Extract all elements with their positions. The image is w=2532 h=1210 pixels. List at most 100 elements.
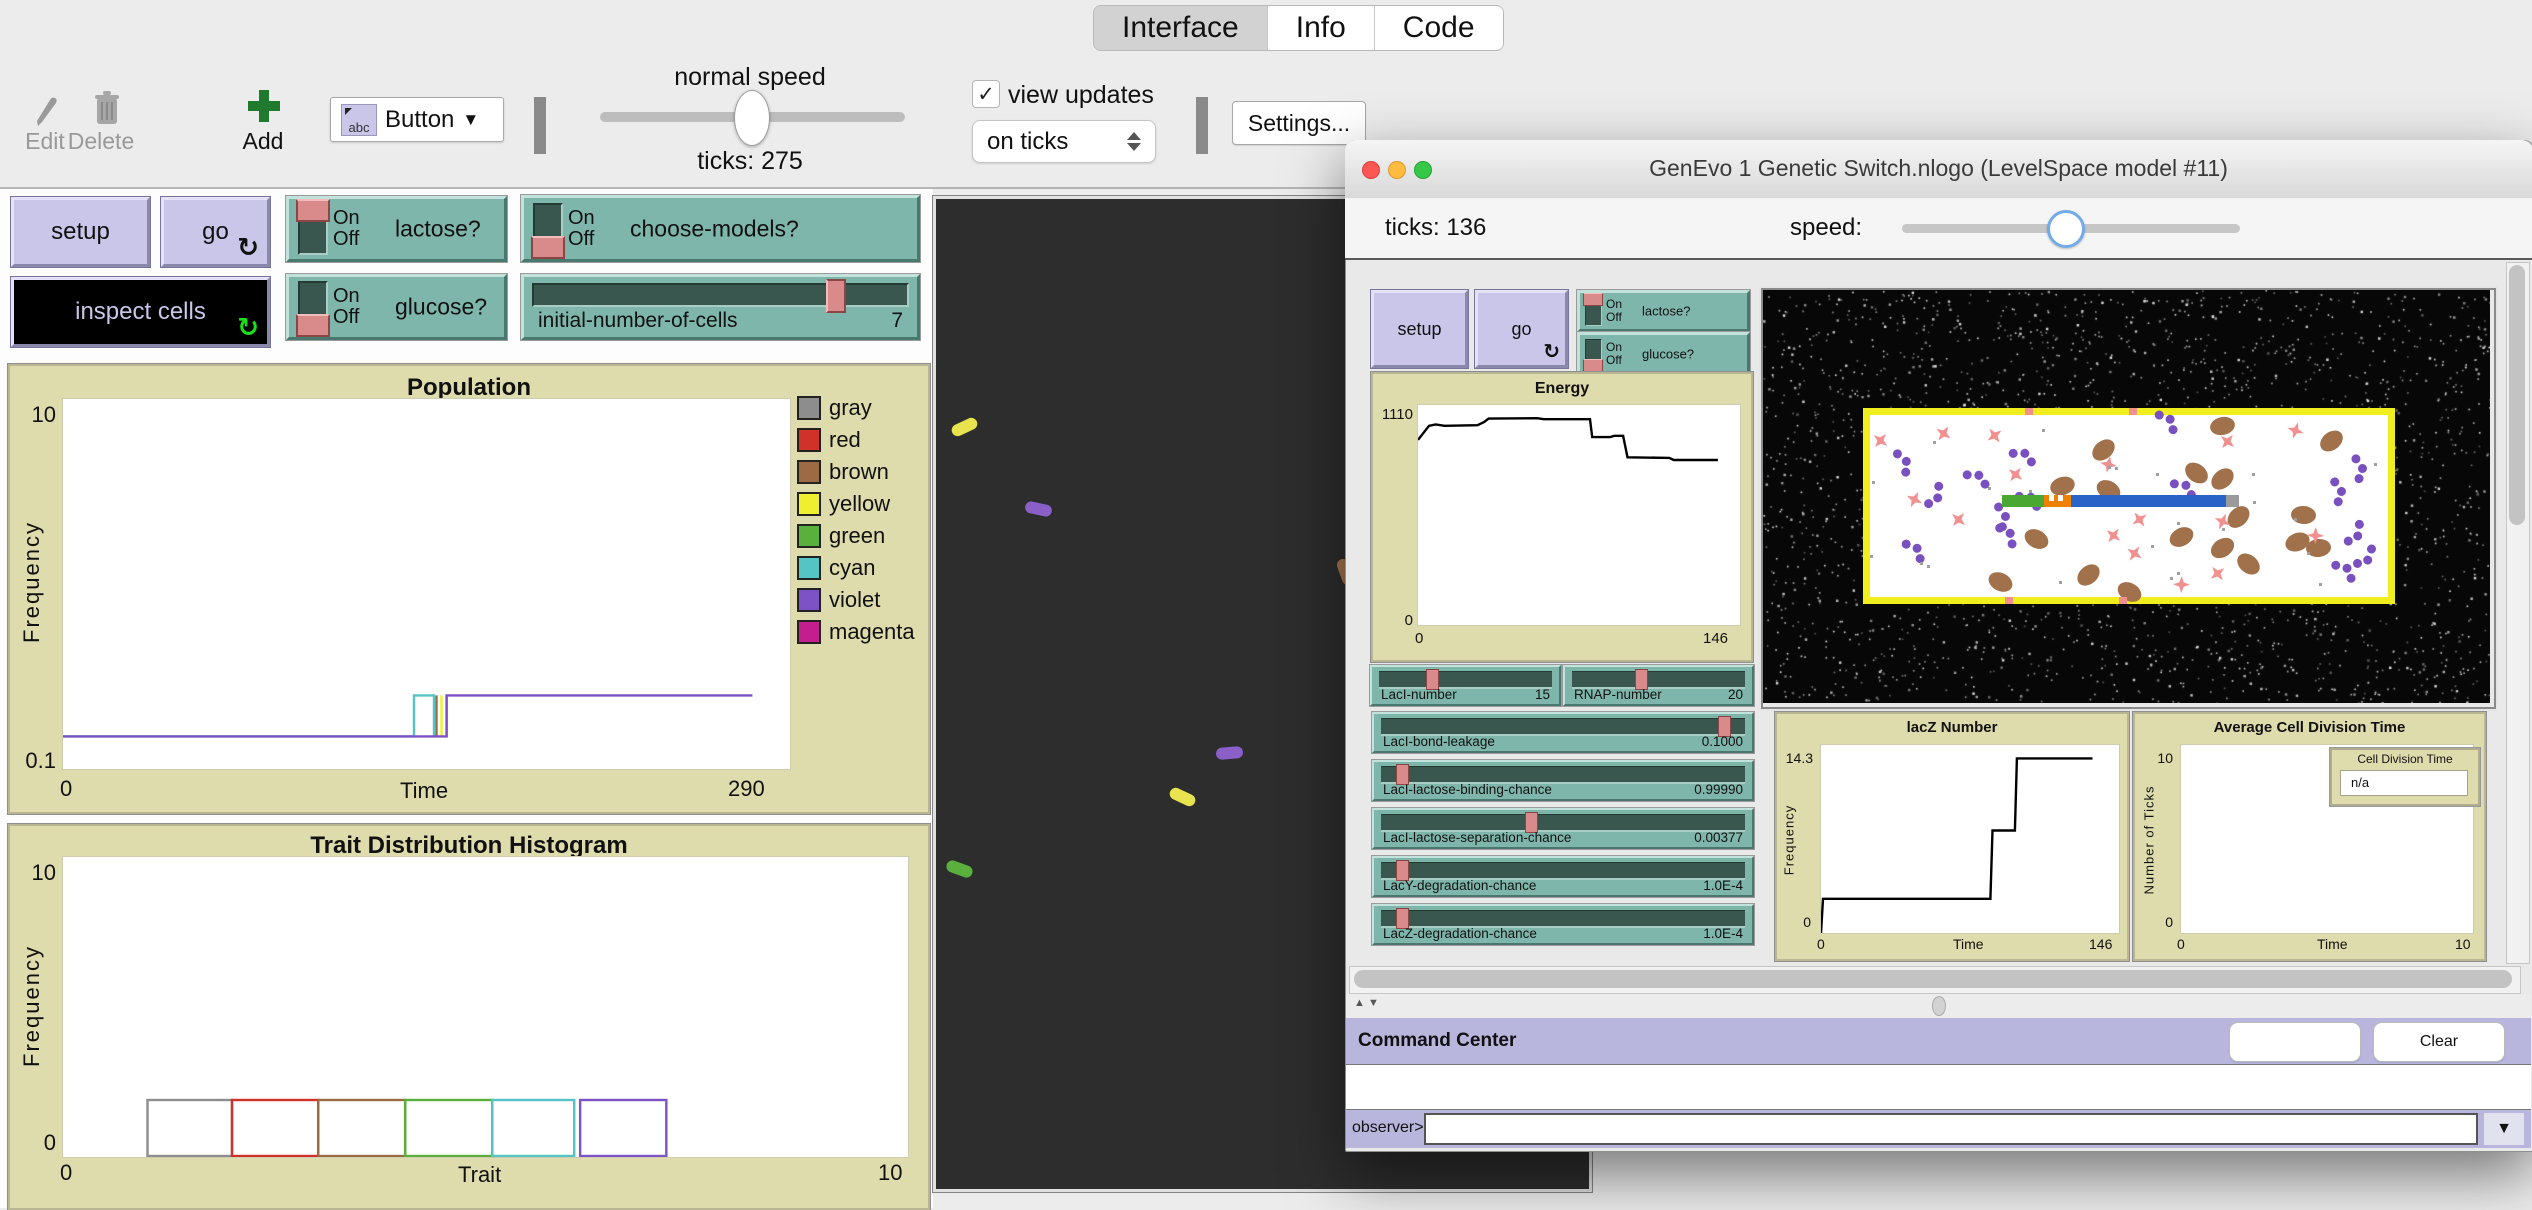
command-splitter[interactable]: ▲ ▼ (1346, 994, 2531, 1018)
view-updates-checkbox[interactable]: ✓ (972, 80, 1000, 108)
gray-particle (1872, 480, 1876, 484)
laci-molecule (2007, 438, 2043, 471)
slider-initial-number-of-cells[interactable]: initial-number-of-cells 7 (520, 273, 921, 341)
command-center-title: Command Center (1358, 1030, 1517, 1051)
command-input[interactable] (1424, 1113, 2478, 1145)
splitter-handle-icon[interactable] (1932, 996, 1946, 1016)
laci-molecule (1960, 459, 1997, 492)
gray-particle (2151, 544, 2155, 548)
child-horizontal-scrollbar[interactable] (1349, 966, 2521, 994)
child-slider-LacI-number[interactable]: LacI-number 15 (1369, 664, 1562, 707)
legend-swatch (797, 556, 821, 580)
lactose-on-membrane (2025, 408, 2034, 415)
avg-ytick-min: 0 (2165, 914, 2173, 930)
tab-code[interactable]: Code (1374, 6, 1503, 50)
lactose-molecule (2102, 524, 2126, 548)
delete-button[interactable]: Delete (66, 128, 136, 155)
delete-icon[interactable] (84, 88, 130, 128)
lacz-plot-title: lacZ Number (1906, 719, 1998, 736)
child-go-label: go (1511, 318, 1532, 339)
child-world-view[interactable] (1759, 286, 2498, 711)
settings-button[interactable]: Settings... (1232, 101, 1366, 145)
gray-particle (1919, 561, 1923, 565)
switch-choose-models[interactable]: On Off choose-models? (520, 194, 921, 263)
widget-type-dropdown[interactable]: abc Button ▼ (330, 97, 504, 142)
rnap-molecule (2305, 537, 2332, 559)
legend-label: magenta (829, 619, 915, 644)
command-input-row: observer> ▼ (1346, 1110, 2531, 1148)
command-output[interactable] (1346, 1064, 2531, 1110)
clear-button[interactable]: Clear (2373, 1022, 2505, 1062)
child-go-button[interactable]: go ↻ (1474, 289, 1569, 369)
rnap-molecule (2088, 434, 2119, 465)
trait-xlabel: Trait (458, 1162, 502, 1187)
slider-value: 20 (1727, 687, 1743, 702)
switch-knob[interactable] (531, 235, 565, 259)
gray-particle (2319, 583, 2323, 587)
gray-particle (2115, 466, 2119, 470)
gray-particle (2041, 428, 2045, 432)
child-slider-LacI-lactose-binding-chance[interactable]: LacI-lactose-binding-chance 0.99990 (1371, 759, 1755, 802)
child-slider-LacZ-degradation-chance[interactable]: LacZ-degradation-chance 1.0E-4 (1371, 903, 1755, 946)
switch-slot (1583, 339, 1603, 372)
cell (944, 858, 975, 880)
splitter-arrows-icon[interactable]: ▲ ▼ (1354, 997, 1379, 1009)
legend-label: brown (829, 459, 889, 484)
child-speed-thumb[interactable] (2047, 210, 2085, 248)
switch-knob[interactable] (1583, 293, 1603, 306)
gray-particle (1932, 440, 1936, 444)
switch-knob[interactable] (296, 199, 330, 222)
add-button[interactable]: Add (228, 128, 298, 155)
switch-slot (296, 199, 330, 255)
update-mode-dropdown[interactable]: on ticks (972, 120, 1156, 163)
slider-track[interactable] (532, 283, 909, 307)
switch-glucose[interactable]: On Off glucose? (285, 273, 508, 341)
setup-button[interactable]: setup (10, 196, 151, 268)
blank-button[interactable] (2229, 1022, 2361, 1062)
tab-info[interactable]: Info (1267, 6, 1375, 50)
child-toolbar: ticks: 136 speed: (1345, 198, 2532, 260)
avg-xtick-max: 10 (2455, 936, 2471, 952)
population-legend: gray red brown yellow green cyan violet magenta (797, 392, 915, 648)
speed-slider-thumb[interactable] (734, 90, 770, 146)
h-scroll-thumb[interactable] (1354, 970, 2512, 988)
child-slider-LacY-degradation-chance[interactable]: LacY-degradation-chance 1.0E-4 (1371, 855, 1755, 898)
toolbar-separator (534, 97, 546, 154)
energy-plot-title: Energy (1534, 380, 1590, 397)
monitor-label: Cell Division Time (2357, 752, 2453, 766)
child-slider-RNAP-number[interactable]: RNAP-number 20 (1562, 664, 1755, 707)
slider-thumb[interactable] (826, 279, 846, 313)
child-titlebar[interactable]: GenEvo 1 Genetic Switch.nlogo (LevelSpac… (1345, 140, 2532, 199)
child-vertical-scrollbar[interactable] (2506, 262, 2530, 964)
inspect-cells-button[interactable]: inspect cells ↻ (10, 276, 271, 348)
v-scroll-thumb[interactable] (2509, 265, 2525, 525)
add-icon[interactable] (246, 88, 282, 124)
child-slider-LacI-lactose-separation-chance[interactable]: LacI-lactose-separation-chance 0.00377 (1371, 807, 1755, 850)
trait-ytick-max: 10 (31, 860, 56, 885)
child-switch-lactose[interactable]: On Off lactose? (1576, 289, 1751, 333)
history-dropdown-icon[interactable]: ▼ (2484, 1113, 2524, 1145)
go-label: go (202, 218, 229, 245)
avg-division-plot: Average Cell Division Time 10 0 Number o… (2132, 711, 2487, 962)
lactose-molecule (2285, 419, 2306, 440)
slider-label: LacZ-degradation-chance (1383, 926, 1537, 941)
gray-particle (2251, 473, 2255, 477)
gray-particle (2306, 551, 2310, 555)
rnap-molecule (2233, 549, 2265, 580)
child-switch-glucose[interactable]: On Off glucose? (1576, 331, 1751, 377)
switch-lactose[interactable]: On Off lactose? (285, 195, 508, 263)
edit-icon[interactable] (22, 88, 68, 128)
forever-icon-green: ↻ (237, 312, 259, 342)
cell (1024, 500, 1053, 518)
switch-knob[interactable] (1583, 359, 1603, 372)
rnap-molecule (2020, 524, 2052, 553)
switch-knob[interactable] (296, 314, 330, 337)
tab-interface[interactable]: Interface (1094, 6, 1268, 50)
off-label: Off (333, 228, 360, 250)
legend-swatch (797, 620, 821, 644)
gray-particle (1988, 487, 1992, 491)
lactose-molecule (1869, 429, 1893, 453)
go-button[interactable]: go ↻ (160, 196, 271, 268)
child-setup-button[interactable]: setup (1370, 289, 1469, 369)
child-slider-LacI-bond-leakage[interactable]: LacI-bond-leakage 0.1000 (1371, 711, 1755, 754)
